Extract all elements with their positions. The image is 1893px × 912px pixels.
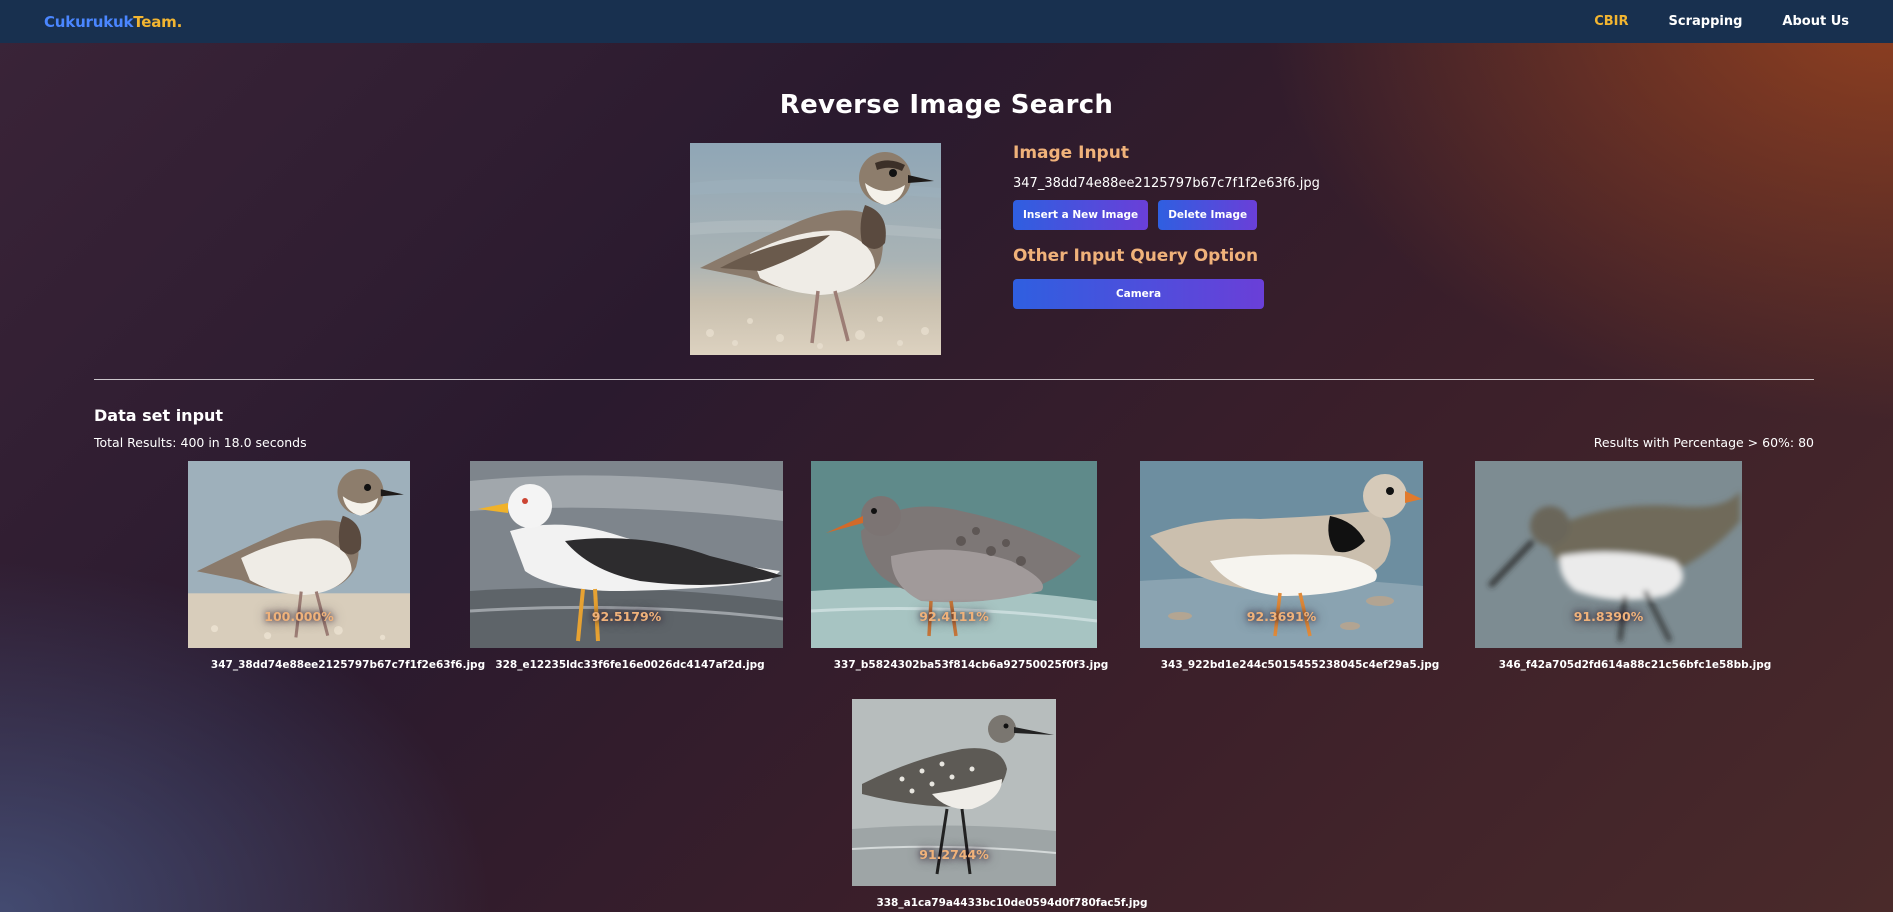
image-input-heading: Image Input xyxy=(1013,143,1129,163)
result-card[interactable]: 92.4111% 337_b5824302ba53f814cb6a9275002… xyxy=(811,461,1131,671)
result-card[interactable]: 92.3691% 343_922bd1e244c5015455238045c4e… xyxy=(1140,461,1460,671)
result-card[interactable]: 92.5179% 328_e12235ldc33f6fe16e0026dc414… xyxy=(470,461,790,671)
image-input-panel: Image Input 347_38dd74e88ee2125797b67c7f… xyxy=(1013,143,1320,309)
result-card[interactable]: 91.8390% 346_f42a705d2fd614a88c21c56bfc1… xyxy=(1475,461,1795,671)
result-filename: 343_922bd1e244c5015455238045c4ef29a5.jpg xyxy=(1160,659,1440,671)
percentage-count: Results with Percentage > 60%: 80 xyxy=(1593,435,1814,450)
nav-link-about-us[interactable]: About Us xyxy=(1782,14,1849,29)
result-card[interactable]: 91.2744% 338_a1ca79a4433bc10de0594d0f780… xyxy=(852,699,1172,909)
nav-link-cbir[interactable]: CBIR xyxy=(1594,14,1628,29)
page-title: Reverse Image Search xyxy=(779,90,1114,120)
similarity-score: 92.4111% xyxy=(919,609,989,624)
query-image xyxy=(690,143,941,355)
similarity-score: 92.3691% xyxy=(1246,609,1317,624)
result-thumbnail[interactable]: 100.000% xyxy=(188,461,410,648)
result-thumbnail[interactable]: 92.3691% xyxy=(1140,461,1423,648)
nav-link-scrapping[interactable]: Scrapping xyxy=(1669,14,1743,29)
result-filename: 337_b5824302ba53f814cb6a92750025f0f3.jpg xyxy=(833,659,1109,671)
query-filename: 347_38dd74e88ee2125797b67c7f1f2e63f6.jpg xyxy=(1013,176,1320,191)
brand-part-2: Team. xyxy=(133,12,183,31)
result-filename: 328_e12235ldc33f6fe16e0026dc4147af2d.jpg xyxy=(495,659,765,671)
brand-logo[interactable]: CukurukukTeam. xyxy=(44,13,182,31)
insert-image-button[interactable]: Insert a New Image xyxy=(1013,200,1149,230)
navbar: CukurukukTeam. CBIR Scrapping About Us xyxy=(0,0,1893,43)
input-button-row: Insert a New Image Delete Image xyxy=(1013,200,1263,230)
result-thumbnail[interactable]: 92.5179% xyxy=(470,461,783,648)
similarity-score: 92.5179% xyxy=(591,609,662,624)
result-thumbnail[interactable]: 91.2744% xyxy=(852,699,1056,886)
similarity-score: 91.2744% xyxy=(919,847,989,862)
result-thumbnail[interactable]: 92.4111% xyxy=(811,461,1097,648)
similarity-score: 91.8390% xyxy=(1573,609,1644,624)
dataset-heading: Data set input xyxy=(94,406,224,425)
section-divider xyxy=(94,379,1814,380)
result-filename: 338_a1ca79a4433bc10de0594d0f780fac5f.jpg xyxy=(876,897,1148,909)
result-card[interactable]: 100.000% 347_38dd74e88ee2125797b67c7f1f2… xyxy=(188,461,508,671)
other-query-heading: Other Input Query Option xyxy=(1013,246,1259,266)
nav-links: CBIR Scrapping About Us xyxy=(1594,14,1849,29)
result-filename: 346_f42a705d2fd614a88c21c56bfc1e58bb.jpg xyxy=(1498,659,1772,671)
brand-part-1: Cukurukuk xyxy=(44,12,134,31)
similarity-score: 100.000% xyxy=(264,609,334,624)
result-filename: 347_38dd74e88ee2125797b67c7f1f2e63f6.jpg xyxy=(210,659,486,671)
result-thumbnail[interactable]: 91.8390% xyxy=(1475,461,1742,648)
camera-button[interactable]: Camera xyxy=(1013,279,1264,309)
total-results: Total Results: 400 in 18.0 seconds xyxy=(94,435,307,450)
delete-image-button[interactable]: Delete Image xyxy=(1158,200,1258,230)
